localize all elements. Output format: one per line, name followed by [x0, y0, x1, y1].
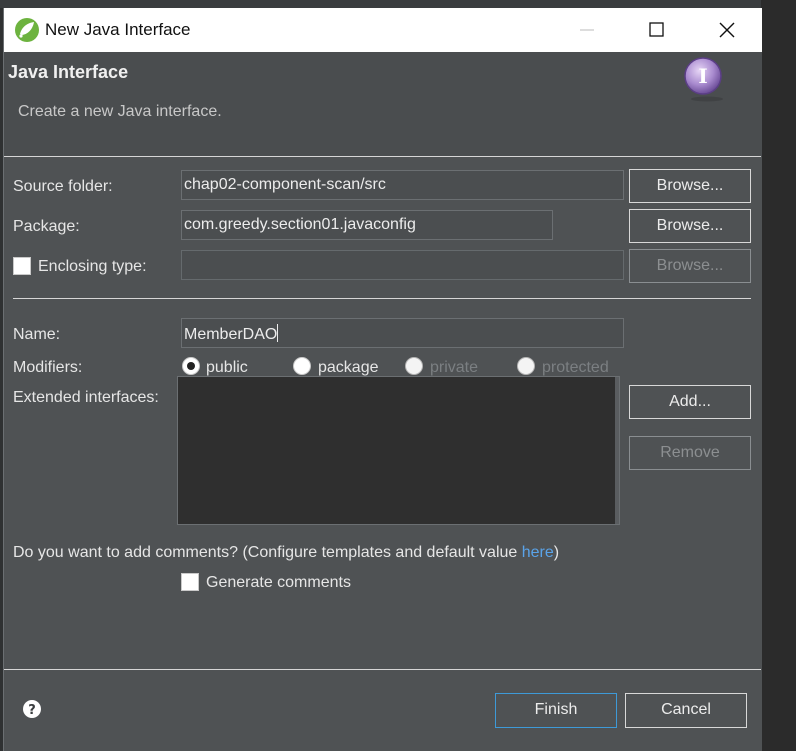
form-separator — [13, 298, 751, 299]
name-label: Name: — [13, 326, 61, 343]
modifier-protected-label: protected — [542, 359, 609, 376]
generate-comments-checkbox[interactable] — [181, 573, 199, 591]
interface-icon: I — [684, 57, 723, 102]
extended-interfaces-list[interactable] — [177, 376, 620, 525]
minimize-button[interactable] — [552, 8, 622, 52]
ide-right-strip — [761, 0, 796, 751]
package-browse-button[interactable]: Browse... — [629, 209, 751, 243]
generate-comments-label: Generate comments — [206, 574, 351, 591]
close-button[interactable] — [692, 8, 762, 52]
title-bar[interactable]: New Java Interface — [4, 8, 762, 52]
add-interface-button[interactable]: Add... — [629, 385, 751, 419]
modifier-private-radio — [405, 357, 423, 375]
remove-interface-button: Remove — [629, 436, 751, 470]
minimize-icon — [580, 29, 594, 31]
footer-separator — [4, 669, 761, 670]
enclosing-type-browse-button: Browse... — [629, 249, 751, 283]
modifiers-label: Modifiers: — [13, 359, 83, 376]
banner-separator — [4, 156, 761, 157]
enclosing-type-checkbox[interactable] — [13, 257, 31, 275]
modifier-public-radio[interactable] — [182, 357, 200, 375]
source-folder-label: Source folder: — [13, 178, 113, 195]
enclosing-type-label: Enclosing type: — [38, 258, 147, 275]
svg-text:?: ? — [28, 703, 36, 718]
close-icon — [719, 22, 735, 38]
package-input[interactable]: com.greedy.section01.javaconfig — [181, 210, 553, 240]
modifier-private-label: private — [430, 359, 479, 376]
source-folder-browse-button[interactable]: Browse... — [629, 169, 751, 203]
extended-interfaces-label: Extended interfaces: — [13, 389, 159, 406]
finish-button[interactable]: Finish — [495, 693, 617, 728]
modifier-package-label: package — [318, 359, 379, 376]
list-scrollbar[interactable] — [615, 377, 619, 524]
modifier-package-radio[interactable] — [293, 357, 311, 375]
help-icon[interactable]: ? — [22, 699, 42, 719]
maximize-button[interactable] — [622, 8, 692, 52]
text-cursor — [277, 324, 279, 342]
ide-top-strip — [0, 0, 796, 8]
maximize-icon — [649, 22, 664, 37]
name-input[interactable]: MemberDAO — [181, 318, 624, 348]
modifier-protected-radio — [517, 357, 535, 375]
source-folder-input[interactable]: chap02-component-scan/src — [181, 170, 624, 200]
window-title: New Java Interface — [45, 20, 191, 39]
cancel-button[interactable]: Cancel — [625, 693, 747, 728]
modifier-public-label: public — [206, 359, 248, 376]
comments-question: Do you want to add comments? (Configure … — [13, 544, 560, 561]
configure-templates-link[interactable]: here — [522, 544, 554, 561]
package-label: Package: — [13, 218, 80, 235]
spring-logo-icon — [15, 18, 39, 42]
banner-subtitle: Create a new Java interface. — [18, 103, 222, 120]
svg-text:I: I — [698, 64, 707, 88]
enclosing-type-input — [181, 250, 624, 280]
name-input-value: MemberDAO — [184, 326, 278, 343]
banner-title: Java Interface — [8, 62, 129, 82]
